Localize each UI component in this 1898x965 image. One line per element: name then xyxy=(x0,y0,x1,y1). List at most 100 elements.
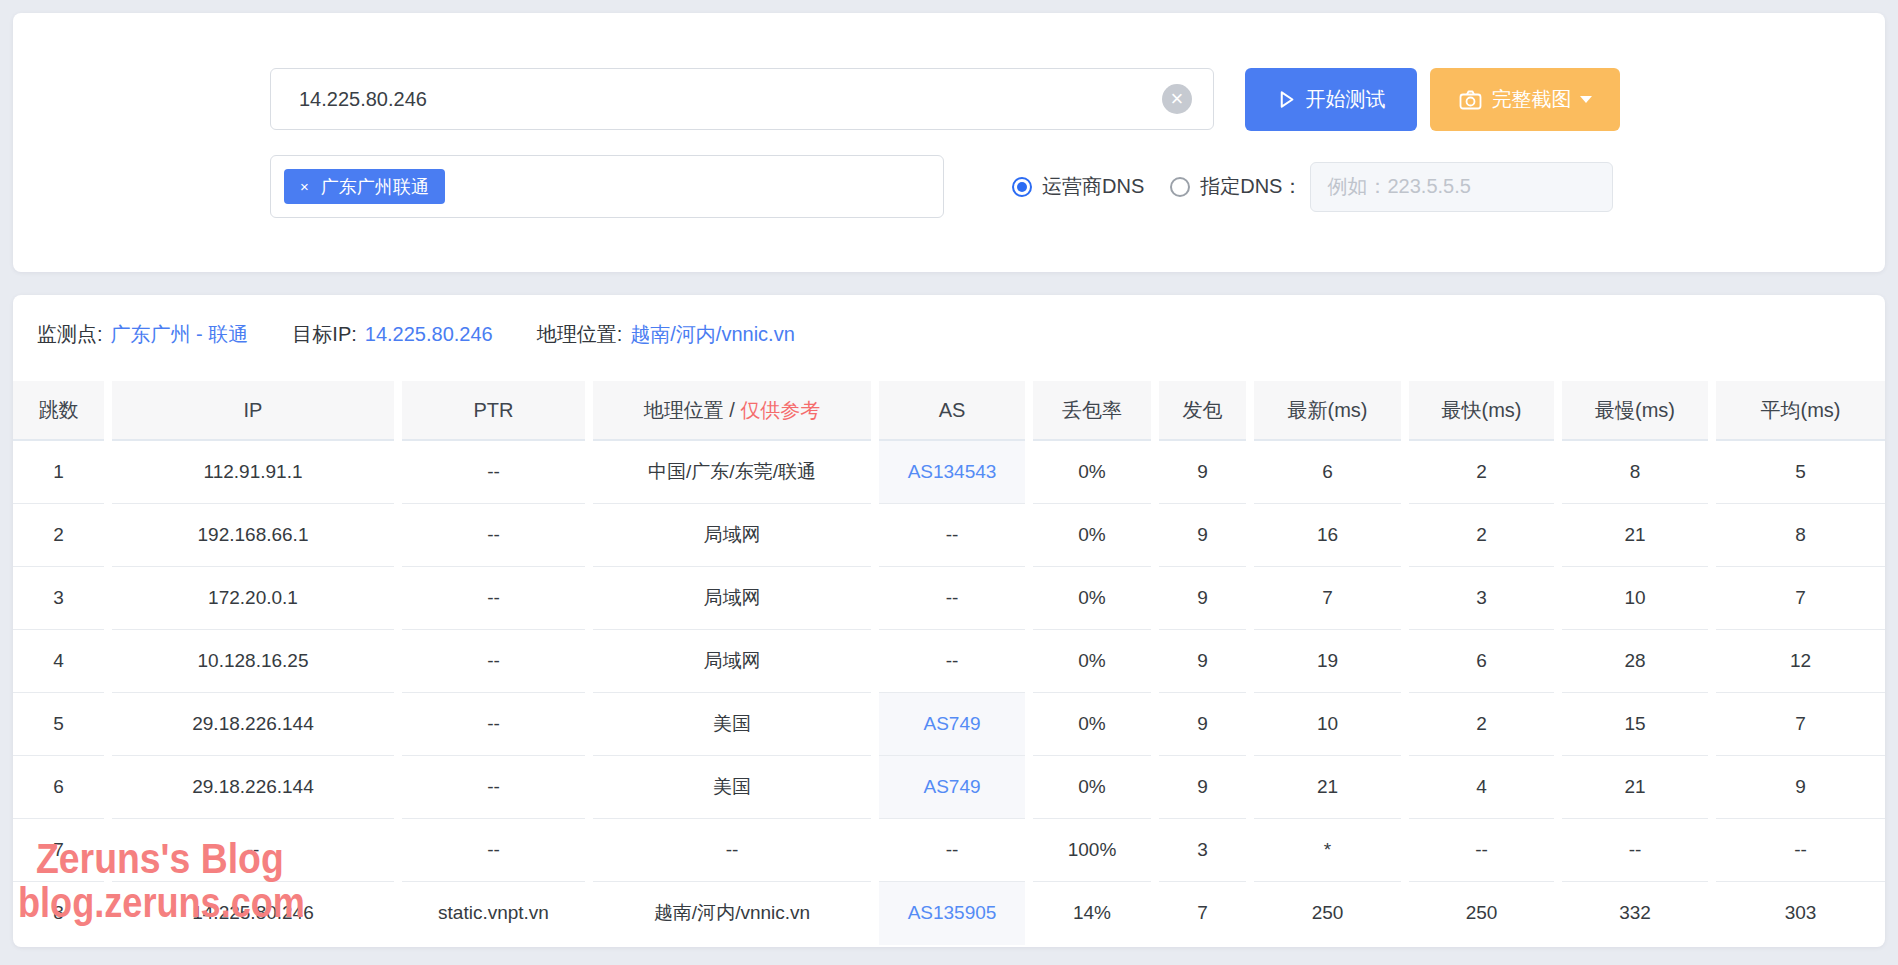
as-link[interactable]: AS749 xyxy=(923,776,980,797)
custom-dns-input[interactable] xyxy=(1310,162,1613,212)
as-link[interactable]: AS749 xyxy=(923,713,980,734)
cell-hop: 4 xyxy=(13,630,104,693)
cell-hop: 5 xyxy=(13,693,104,756)
full-screenshot-button[interactable]: 完整截图 xyxy=(1430,68,1620,131)
cell-avg: 8 xyxy=(1716,504,1885,567)
cell-slowest: 21 xyxy=(1562,504,1708,567)
cell-geo: 局域网 xyxy=(593,630,871,693)
cell-latest: 10 xyxy=(1254,693,1401,756)
cell-as: AS749 xyxy=(879,693,1025,756)
isp-dns-radio[interactable] xyxy=(1012,177,1032,197)
cell-as: -- xyxy=(879,504,1025,567)
cell-ptr: -- xyxy=(402,756,585,819)
cell-slowest: 10 xyxy=(1562,567,1708,630)
tag-remove-icon[interactable]: × xyxy=(300,178,309,195)
cell-loss: 0% xyxy=(1033,504,1151,567)
cell-latest: 19 xyxy=(1254,630,1401,693)
cell-sent: 9 xyxy=(1159,567,1246,630)
cell-slowest: 15 xyxy=(1562,693,1708,756)
cell-fastest: 250 xyxy=(1409,882,1554,945)
cell-loss: 0% xyxy=(1033,441,1151,504)
cell-fastest: 4 xyxy=(1409,756,1554,819)
node-tags-input[interactable]: × 广东广州联通 xyxy=(270,155,944,218)
cell-sent: 9 xyxy=(1159,756,1246,819)
result-summary: 监测点: 广东广州 - 联通 目标IP: 14.225.80.246 地理位置:… xyxy=(37,321,795,348)
column-header: 最慢(ms) xyxy=(1562,381,1708,441)
cell-as: AS135905 xyxy=(879,882,1025,945)
cell-loss: 0% xyxy=(1033,567,1151,630)
column-header: 发包 xyxy=(1159,381,1246,441)
cell-as: AS134543 xyxy=(879,441,1025,504)
cell-geo: 美国 xyxy=(593,756,871,819)
caret-down-icon xyxy=(1580,96,1592,103)
cell-geo: 越南/河内/vnnic.vn xyxy=(593,882,871,945)
cell-ip: 29.18.226.144 xyxy=(112,693,394,756)
column-header: IP xyxy=(112,381,394,441)
cell-geo: 局域网 xyxy=(593,567,871,630)
cell-sent: 3 xyxy=(1159,819,1246,882)
cell-ip: 29.18.226.144 xyxy=(112,756,394,819)
custom-dns-radio[interactable] xyxy=(1170,177,1190,197)
target-ip-value: 14.225.80.246 xyxy=(365,323,493,346)
table-row: 529.18.226.144--美国AS7490%9102157 xyxy=(13,693,1885,756)
cell-slowest: 28 xyxy=(1562,630,1708,693)
node-label: 监测点: xyxy=(37,321,103,348)
custom-dns-label[interactable]: 指定DNS： xyxy=(1200,173,1302,200)
cell-latest: 16 xyxy=(1254,504,1401,567)
cell-latest: 250 xyxy=(1254,882,1401,945)
geo-link[interactable]: 越南/河内/vnnic.vn xyxy=(630,321,794,348)
target-ip-label: 目标IP: xyxy=(292,321,356,348)
table-header-row: 跳数IPPTR地理位置 / 仅供参考AS丢包率发包最新(ms)最快(ms)最慢(… xyxy=(13,381,1885,441)
cell-ptr: -- xyxy=(402,504,585,567)
cell-ptr: static.vnpt.vn xyxy=(402,882,585,945)
cell-ip: 192.168.66.1 xyxy=(112,504,394,567)
cell-as: -- xyxy=(879,567,1025,630)
cell-avg: 303 xyxy=(1716,882,1885,945)
as-link[interactable]: AS134543 xyxy=(908,461,997,482)
column-header: 最新(ms) xyxy=(1254,381,1401,441)
query-card: × 开始测试 完整截图 × 广东广州联通 运营商DNS 指定DNS： xyxy=(13,13,1885,272)
cell-sent: 9 xyxy=(1159,441,1246,504)
column-header: 丢包率 xyxy=(1033,381,1151,441)
cell-fastest: 2 xyxy=(1409,504,1554,567)
isp-dns-label[interactable]: 运营商DNS xyxy=(1042,173,1144,200)
cell-ptr: -- xyxy=(402,693,585,756)
cell-hop: 2 xyxy=(13,504,104,567)
cell-hop: 3 xyxy=(13,567,104,630)
cell-avg: -- xyxy=(1716,819,1885,882)
column-header: 跳数 xyxy=(13,381,104,441)
cell-hop: 6 xyxy=(13,756,104,819)
node-link[interactable]: 广东广州 - 联通 xyxy=(111,321,249,348)
column-header: 地理位置 / 仅供参考 xyxy=(593,381,871,441)
column-header: 最快(ms) xyxy=(1409,381,1554,441)
cell-latest: 6 xyxy=(1254,441,1401,504)
cell-slowest: 8 xyxy=(1562,441,1708,504)
cell-ip: 112.91.91.1 xyxy=(112,441,394,504)
column-header: 平均(ms) xyxy=(1716,381,1885,441)
as-link[interactable]: AS135905 xyxy=(908,902,997,923)
cell-geo: -- xyxy=(593,819,871,882)
cell-avg: 5 xyxy=(1716,441,1885,504)
cell-loss: 0% xyxy=(1033,693,1151,756)
result-card: 监测点: 广东广州 - 联通 目标IP: 14.225.80.246 地理位置:… xyxy=(13,295,1885,947)
cell-fastest: 6 xyxy=(1409,630,1554,693)
cell-avg: 7 xyxy=(1716,693,1885,756)
start-test-button[interactable]: 开始测试 xyxy=(1245,68,1417,131)
cell-as: AS749 xyxy=(879,756,1025,819)
cell-geo: 中国/广东/东莞/联通 xyxy=(593,441,871,504)
node-tag[interactable]: × 广东广州联通 xyxy=(284,169,445,204)
cell-latest: 7 xyxy=(1254,567,1401,630)
cell-loss: 14% xyxy=(1033,882,1151,945)
cell-avg: 12 xyxy=(1716,630,1885,693)
column-header: AS xyxy=(879,381,1025,441)
table-row: 3172.20.0.1--局域网--0%973107 xyxy=(13,567,1885,630)
cell-loss: 0% xyxy=(1033,756,1151,819)
table-row: 410.128.16.25--局域网--0%91962812 xyxy=(13,630,1885,693)
cell-sent: 9 xyxy=(1159,630,1246,693)
clear-input-icon[interactable]: × xyxy=(1162,84,1192,114)
cell-loss: 0% xyxy=(1033,630,1151,693)
cell-geo: 美国 xyxy=(593,693,871,756)
cell-ip: 10.128.16.25 xyxy=(112,630,394,693)
cell-ptr: -- xyxy=(402,630,585,693)
target-ip-input[interactable] xyxy=(270,68,1214,130)
